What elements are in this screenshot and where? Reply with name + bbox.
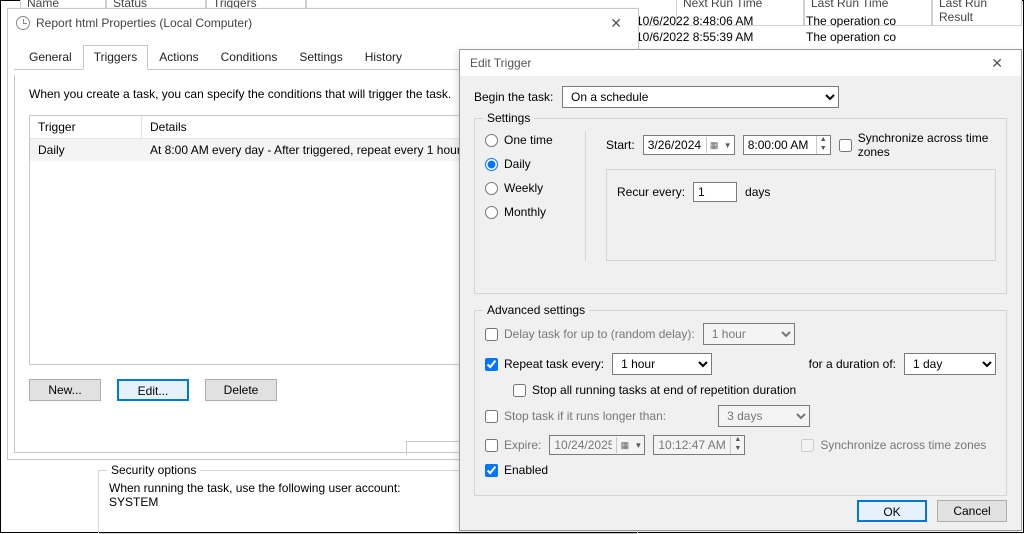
chevron-down-icon: ▾: [632, 440, 644, 451]
calendar-icon: ▦: [616, 437, 632, 453]
col-trigger[interactable]: Trigger: [30, 116, 142, 138]
advanced-legend: Advanced settings: [483, 303, 589, 317]
enabled-checkbox[interactable]: Enabled: [485, 463, 548, 477]
sync-tz2-checkbox: Synchronize across time zones: [801, 438, 986, 452]
close-icon[interactable]: ✕: [602, 9, 630, 37]
tab-conditions[interactable]: Conditions: [210, 45, 289, 70]
delay-select: 1 hour: [703, 323, 795, 345]
repeat-select[interactable]: 1 hour: [612, 353, 712, 375]
sync-tz-checkbox[interactable]: Synchronize across time zones: [839, 131, 996, 159]
dialog-title: Report html Properties (Local Computer): [36, 9, 252, 37]
ok-button[interactable]: OK: [857, 500, 927, 522]
tab-general[interactable]: General: [18, 45, 83, 70]
radio-weekly[interactable]: Weekly: [485, 181, 571, 195]
expire-checkbox[interactable]: Expire:: [485, 438, 541, 452]
duration-select[interactable]: 1 day: [904, 353, 996, 375]
chevron-down-icon[interactable]: ▾: [722, 140, 734, 151]
stop-all-checkbox[interactable]: Stop all running tasks at end of repetit…: [513, 383, 796, 397]
recur-input[interactable]: [693, 182, 737, 202]
start-time-input[interactable]: ▲▼: [743, 135, 831, 155]
radio-daily[interactable]: Daily: [485, 157, 571, 171]
spin-up-icon: ▲: [731, 436, 744, 445]
expire-time-input: ▲▼: [653, 435, 745, 455]
cancel-button[interactable]: Cancel: [937, 500, 1007, 522]
radio-onetime[interactable]: One time: [485, 133, 571, 147]
tab-settings[interactable]: Settings: [288, 45, 353, 70]
begin-task-label: Begin the task:: [474, 90, 554, 104]
settings-legend: Settings: [483, 111, 534, 125]
begin-task-select[interactable]: On a schedule: [562, 86, 839, 108]
spin-down-icon: ▼: [731, 445, 744, 454]
recur-unit: days: [745, 185, 770, 199]
spin-down-icon[interactable]: ▼: [817, 145, 830, 154]
delete-button[interactable]: Delete: [205, 379, 277, 401]
stop-long-checkbox[interactable]: Stop task if it runs longer than:: [485, 409, 666, 423]
tab-actions[interactable]: Actions: [148, 45, 209, 70]
start-date-input[interactable]: ▦ ▾: [643, 135, 735, 155]
new-button[interactable]: New...: [29, 379, 101, 401]
stop-long-select: 3 days: [718, 405, 810, 427]
task-list-rows: 10/6/2022 8:48:06 AMThe operation co 10/…: [630, 14, 1022, 46]
delay-checkbox[interactable]: Delay task for up to (random delay):: [485, 327, 695, 341]
edit-dialog-title: Edit Trigger: [470, 50, 531, 76]
tab-triggers[interactable]: Triggers: [83, 45, 149, 70]
edit-button[interactable]: Edit...: [117, 379, 189, 401]
spin-up-icon[interactable]: ▲: [817, 136, 830, 145]
repeat-checkbox[interactable]: Repeat task every:: [485, 357, 604, 371]
start-label: Start:: [606, 138, 635, 152]
edit-trigger-dialog: Edit Trigger ✕ Begin the task: On a sche…: [459, 49, 1022, 531]
tab-history[interactable]: History: [354, 45, 413, 70]
recur-label: Recur every:: [617, 185, 685, 199]
expire-date-input: ▦ ▾: [549, 435, 645, 455]
close-icon[interactable]: ✕: [983, 50, 1011, 76]
clock-icon: [16, 16, 30, 30]
calendar-icon[interactable]: ▦: [706, 137, 722, 153]
duration-label: for a duration of:: [809, 357, 896, 371]
radio-monthly[interactable]: Monthly: [485, 205, 571, 219]
